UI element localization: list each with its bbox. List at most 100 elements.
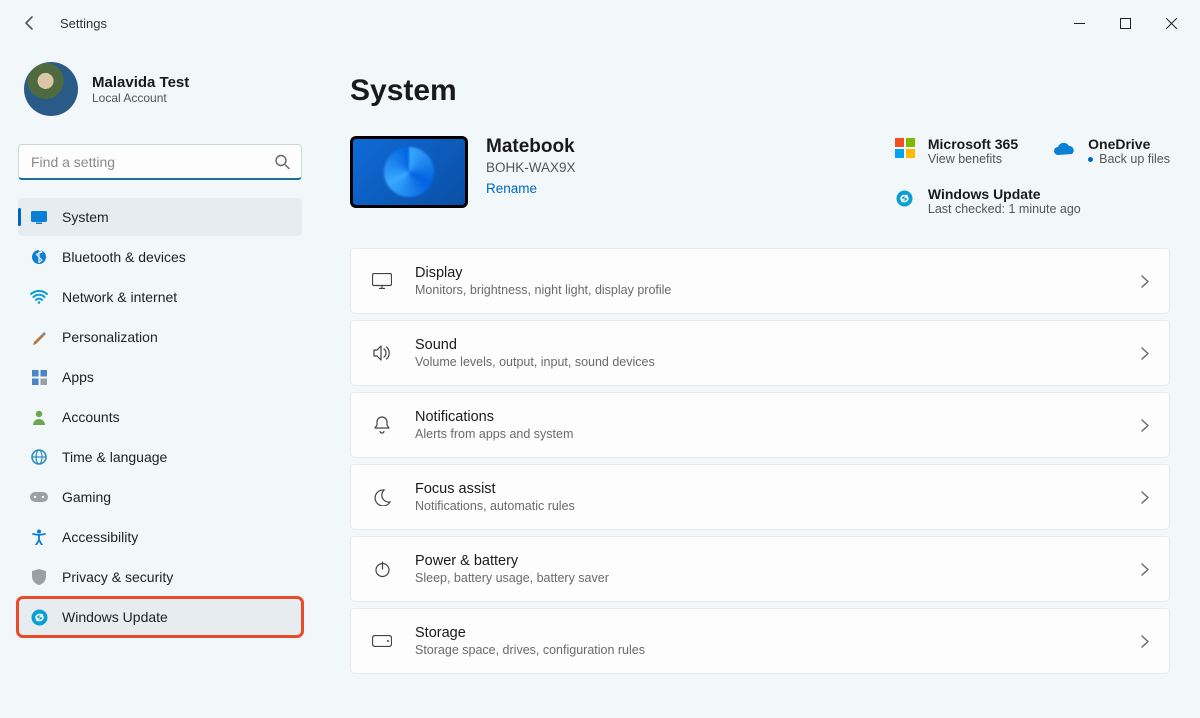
- bluetooth-icon: [30, 248, 48, 266]
- info-row: Matebook BOHK-WAX9X Rename Microsoft 365…: [350, 136, 1170, 216]
- minimize-button[interactable]: [1056, 4, 1102, 42]
- display-icon: [371, 273, 393, 289]
- settings-cards: Display Monitors, brightness, night light…: [350, 248, 1170, 674]
- card-subtitle: Alerts from apps and system: [415, 427, 1119, 441]
- sidebar-item-accounts[interactable]: Accounts: [18, 398, 302, 436]
- microsoft-icon: [894, 137, 916, 159]
- sidebar-item-label: Accounts: [62, 409, 120, 425]
- sidebar-item-label: Apps: [62, 369, 94, 385]
- settings-card-focus-assist[interactable]: Focus assist Notifications, automatic rul…: [350, 464, 1170, 530]
- sidebar-item-network-internet[interactable]: Network & internet: [18, 278, 302, 316]
- tile-title: Windows Update: [928, 186, 1081, 202]
- settings-card-storage[interactable]: StorageStorage space, drives, configurat…: [350, 608, 1170, 674]
- sidebar-item-label: Bluetooth & devices: [62, 249, 186, 265]
- system-icon: [30, 208, 48, 226]
- close-icon: [1166, 18, 1177, 29]
- chevron-right-icon: [1141, 275, 1149, 288]
- tile-subtitle: View benefits: [928, 152, 1018, 166]
- sidebar: Malavida Test Local Account System Blueto…: [0, 46, 320, 718]
- chevron-right-icon: [1141, 635, 1149, 648]
- sidebar-item-privacy-security[interactable]: Privacy & security: [18, 558, 302, 596]
- window-controls: [1056, 4, 1194, 42]
- close-button[interactable]: [1148, 4, 1194, 42]
- settings-card-power-battery[interactable]: Power & battery Sleep, battery usage, bat…: [350, 536, 1170, 602]
- bloom-icon: [384, 147, 434, 197]
- card-subtitle: Volume levels, output, input, sound devi…: [415, 355, 1119, 369]
- promo-tile-windows-update[interactable]: Windows UpdateLast checked: 1 minute ago: [894, 186, 1170, 216]
- sidebar-item-label: Personalization: [62, 329, 158, 345]
- tile-title: OneDrive: [1088, 136, 1170, 152]
- sidebar-item-label: Time & language: [62, 449, 167, 465]
- maximize-icon: [1120, 18, 1131, 29]
- card-subtitle: Sleep, battery usage, battery saver: [415, 571, 1119, 585]
- search-icon: [275, 155, 290, 170]
- settings-card-notifications[interactable]: Notifications Alerts from apps and system: [350, 392, 1170, 458]
- globe-icon: [30, 448, 48, 466]
- tile-title: Microsoft 365: [928, 136, 1018, 152]
- bell-icon: [371, 416, 393, 434]
- sidebar-item-label: Network & internet: [62, 289, 177, 305]
- promo-tile-microsoft-[interactable]: Microsoft 365View benefits: [894, 136, 1018, 166]
- search-wrap: [18, 144, 302, 180]
- chevron-right-icon: [1141, 491, 1149, 504]
- profile-name: Malavida Test: [92, 74, 189, 91]
- device-block: Matebook BOHK-WAX9X Rename: [350, 136, 868, 208]
- sidebar-item-personalization[interactable]: Personalization: [18, 318, 302, 356]
- sound-icon: [371, 345, 393, 361]
- card-title: Power & battery: [415, 553, 1119, 569]
- card-subtitle: Storage space, drives, configuration rul…: [415, 643, 1119, 657]
- sidebar-item-accessibility[interactable]: Accessibility: [18, 518, 302, 556]
- card-title: Notifications: [415, 409, 1119, 425]
- profile-account-type: Local Account: [92, 91, 189, 105]
- minimize-icon: [1074, 18, 1085, 29]
- window-title: Settings: [60, 16, 107, 31]
- chevron-right-icon: [1141, 419, 1149, 432]
- bullet-icon: [1088, 157, 1093, 162]
- sidebar-item-label: Accessibility: [62, 529, 138, 545]
- sidebar-item-apps[interactable]: Apps: [18, 358, 302, 396]
- card-title: Focus assist: [415, 481, 1119, 497]
- card-title: Sound: [415, 337, 1119, 353]
- device-model: BOHK-WAX9X: [486, 160, 576, 175]
- device-name: Matebook: [486, 136, 576, 158]
- avatar: [24, 62, 78, 116]
- sidebar-item-label: Windows Update: [62, 609, 168, 625]
- power-icon: [371, 561, 393, 578]
- card-subtitle: Monitors, brightness, night light, displ…: [415, 283, 1119, 297]
- promo-tile-onedrive[interactable]: OneDriveBack up files: [1054, 136, 1170, 166]
- back-button[interactable]: [14, 7, 46, 39]
- apps-icon: [30, 368, 48, 386]
- profile-block[interactable]: Malavida Test Local Account: [18, 50, 302, 134]
- sidebar-item-windows-update[interactable]: Windows Update: [18, 598, 302, 636]
- device-thumbnail: [350, 136, 468, 208]
- page-title: System: [350, 74, 1170, 108]
- tile-subtitle: Last checked: 1 minute ago: [928, 202, 1081, 216]
- storage-icon: [371, 635, 393, 647]
- sidebar-item-label: System: [62, 209, 109, 225]
- back-arrow-icon: [22, 15, 38, 31]
- update-icon: [894, 187, 916, 209]
- onedrive-icon: [1054, 137, 1076, 159]
- sidebar-item-bluetooth-devices[interactable]: Bluetooth & devices: [18, 238, 302, 276]
- card-title: Display: [415, 265, 1119, 281]
- rename-link[interactable]: Rename: [486, 181, 576, 196]
- brush-icon: [30, 328, 48, 346]
- shield-icon: [30, 568, 48, 586]
- accessibility-icon: [30, 528, 48, 546]
- gamepad-icon: [30, 488, 48, 506]
- wifi-icon: [30, 288, 48, 306]
- titlebar: Settings: [0, 0, 1200, 46]
- maximize-button[interactable]: [1102, 4, 1148, 42]
- card-subtitle: Notifications, automatic rules: [415, 499, 1119, 513]
- moon-icon: [371, 489, 393, 506]
- settings-card-sound[interactable]: Sound Volume levels, output, input, sound…: [350, 320, 1170, 386]
- search-input[interactable]: [18, 144, 302, 180]
- sidebar-item-time-language[interactable]: Time & language: [18, 438, 302, 476]
- update-icon: [30, 608, 48, 626]
- nav: System Bluetooth & devices Network & inter…: [18, 198, 302, 636]
- tile-subtitle: Back up files: [1088, 152, 1170, 166]
- sidebar-item-system[interactable]: System: [18, 198, 302, 236]
- sidebar-item-gaming[interactable]: Gaming: [18, 478, 302, 516]
- settings-card-display[interactable]: Display Monitors, brightness, night light…: [350, 248, 1170, 314]
- chevron-right-icon: [1141, 347, 1149, 360]
